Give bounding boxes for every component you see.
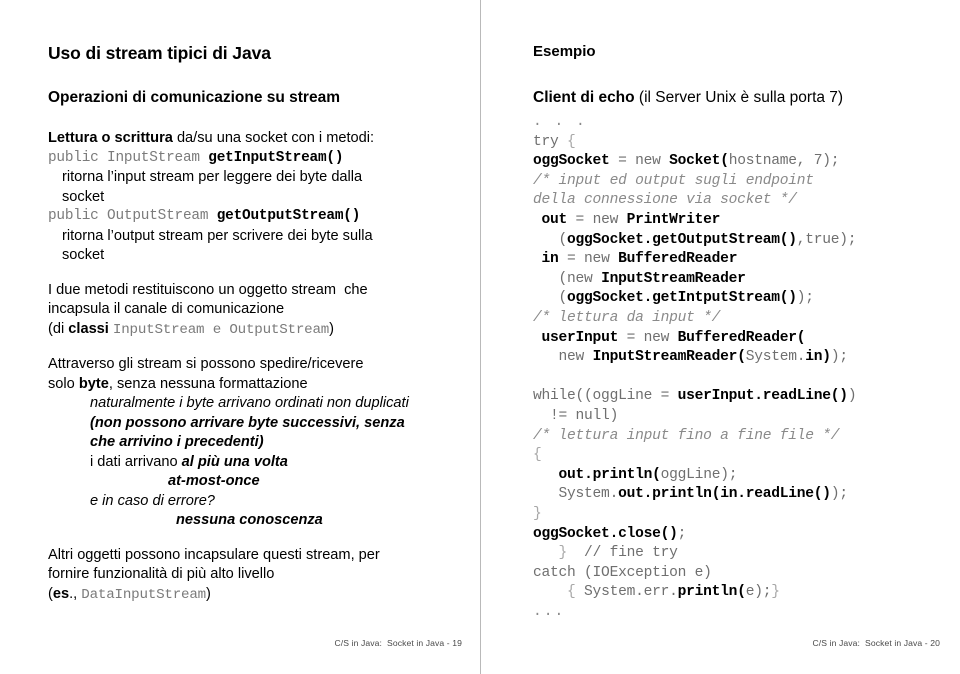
method-2-signature-prefix: public OutputStream: [48, 208, 217, 225]
code-line: } // fine try: [558, 545, 678, 562]
slide-left: Uso di stream tipici di Java Operazioni …: [0, 0, 481, 674]
two-methods-line-2: incapsula il canale di comunicazione: [48, 301, 285, 318]
right-slide-title: Esempio: [533, 43, 596, 60]
other-objects-line-2: fornire funzionalità di più alto livello: [48, 566, 275, 583]
error-question-text: e in caso di errore?: [90, 492, 215, 509]
ordered-bytes-text: naturalmente i byte arrivano ordinati no…: [90, 395, 409, 412]
at-most-once-bold: al più una volta: [181, 453, 288, 470]
no-knowledge-term: nessuna conoscenza: [176, 512, 323, 529]
methods-intro-bold: Lettura o scrittura: [48, 130, 173, 147]
example-bold-word: es: [52, 585, 70, 602]
stream-semantics-line-2: solo byte, senza nessuna formattazione: [48, 375, 462, 395]
code-line: System.out.println(in.readLine());: [533, 486, 849, 503]
slide-pair: Uso di stream tipici di Java Operazioni …: [0, 0, 960, 674]
other-objects-block: Altri oggetti possono incapsulare questi…: [48, 546, 462, 606]
methods-block: Lettura o scrittura da/su una socket con…: [48, 129, 462, 266]
code-line: oggSocket.close();: [533, 525, 687, 542]
class-inputstream: InputStream: [112, 321, 205, 338]
at-most-once-term: at-most-once: [168, 473, 260, 490]
stream-semantics-line-4: (non possono arrivare byte successivi, s…: [48, 414, 462, 434]
code-line: /* lettura input fino a fine file */: [533, 427, 840, 444]
code-line: (new InputStreamReader: [533, 270, 746, 287]
code-line: catch (IOException e): [533, 564, 712, 581]
echo-client-rest: (il Server Unix è sulla porta 7): [634, 88, 844, 106]
stream-semantics-line-9: nessuna conoscenza: [48, 511, 462, 531]
slide-right: Esempio Client di echo (il Server Unix è…: [481, 0, 960, 674]
method-2-signature-name: getOutputStream: [216, 208, 344, 225]
code-line: { System.err.println(e);}: [567, 584, 780, 601]
stream-semantics-line-1: Attraverso gli stream si possono spedire…: [48, 356, 364, 373]
right-slide-subheading: Client di echo (il Server Unix è sulla p…: [533, 89, 942, 108]
classes-paren-close: ): [329, 320, 334, 337]
code-line: /* lettura da input */: [533, 310, 721, 327]
methods-intro-rest: da/su una socket con i metodi:: [172, 130, 375, 147]
code-line: out = new PrintWriter: [541, 212, 721, 229]
only-byte-suffix: , senza nessuna formattazione: [108, 375, 308, 392]
no-out-of-order-line-1: (non possono arrivare byte successivi, s…: [90, 414, 405, 431]
method-1-signature-prefix: public InputStream: [48, 149, 209, 166]
code-line: userInput = new BufferedReader(: [541, 329, 806, 346]
two-methods-line-3: (di classi InputStream e OutputStream): [48, 320, 462, 341]
class-datainputstream: DataInputStream: [81, 586, 206, 603]
method-1-signature-parens: (): [326, 149, 344, 166]
classes-bold-word: classi: [68, 320, 113, 337]
stream-semantics-line-7: at-most-once: [48, 472, 462, 492]
left-slide-footer: C/S in Java: Socket in Java - 19: [334, 638, 462, 648]
code-line: ...: [533, 603, 566, 620]
at-most-once-prefix: i dati arrivano: [90, 453, 182, 470]
method-1-desc-line-1: ritorna l’input stream per leggere dei b…: [62, 169, 363, 186]
class-outputstream: OutputStream: [229, 321, 330, 338]
stream-semantics-line-3: naturalmente i byte arrivano ordinati no…: [48, 394, 462, 414]
code-line: della connessione via socket */: [533, 192, 797, 209]
method-1-desc-line-2: socket: [62, 188, 105, 205]
method-2-desc-line-1: ritorna l’output stream per scrivere dei…: [62, 227, 373, 244]
method-2-signature-parens: (): [343, 208, 361, 225]
code-line: (oggSocket.getOutputStream(),true);: [533, 231, 857, 248]
code-line: out.println(oggLine);: [558, 466, 738, 483]
only-byte-prefix: solo: [48, 375, 79, 392]
other-objects-line-1: Altri oggetti possono incapsulare questi…: [48, 546, 380, 563]
code-line: /* input ed output sugli endpoint: [533, 172, 814, 189]
stream-semantics-line-8: e in caso di errore?: [48, 492, 462, 512]
code-listing: . . . try { oggSocket = new Socket(hostnam…: [533, 113, 942, 622]
only-byte-bold: byte: [78, 375, 109, 392]
code-line: {: [533, 447, 542, 464]
example-paren-close: ): [206, 585, 211, 602]
code-line: while((oggLine = userInput.readLine()): [533, 388, 857, 405]
two-methods-line-1: I due metodi restituiscono un oggetto st…: [48, 281, 368, 298]
code-line: oggSocket = new Socket(hostname, 7);: [533, 153, 840, 170]
left-slide-title: Uso di stream tipici di Java: [48, 43, 271, 63]
code-line: in = new BufferedReader: [541, 251, 738, 268]
stream-semantics-line-5: che arrivino i precedenti): [48, 433, 462, 453]
no-out-of-order-line-2: che arrivino i precedenti): [90, 434, 264, 451]
stream-semantics-line-6: i dati arrivano al più una volta: [48, 453, 462, 473]
echo-client-bold: Client di echo: [533, 88, 635, 106]
classes-paren-open: (di: [48, 320, 69, 337]
code-line: != null): [533, 408, 619, 424]
code-line: }: [533, 505, 542, 522]
code-line: . . .: [533, 114, 587, 131]
right-slide-footer: C/S in Java: Socket in Java - 20: [812, 638, 940, 648]
example-separator: .,: [69, 585, 82, 602]
method-1-signature-name: getInputStream: [208, 149, 327, 166]
method-2-desc-line-2: socket: [62, 247, 105, 264]
code-line: new InputStreamReader(System.in));: [533, 349, 849, 366]
other-objects-line-3: (es., DataInputStream): [48, 585, 462, 606]
method-1-signature: public InputStream getInputStream(): [48, 149, 462, 169]
left-slide-subheading: Operazioni di comunicazione su stream: [48, 89, 340, 107]
stream-semantics-block: Attraverso gli stream si possono spedire…: [48, 355, 462, 531]
two-methods-block: I due metodi restituiscono un oggetto st…: [48, 281, 462, 341]
code-line: (oggSocket.getIntputStream());: [533, 290, 815, 307]
code-line: try {: [533, 133, 576, 150]
method-2-signature: public OutputStream getOutputStream(): [48, 207, 462, 227]
methods-intro-line: Lettura o scrittura da/su una socket con…: [48, 129, 462, 149]
classes-conjunction: e: [204, 321, 230, 338]
